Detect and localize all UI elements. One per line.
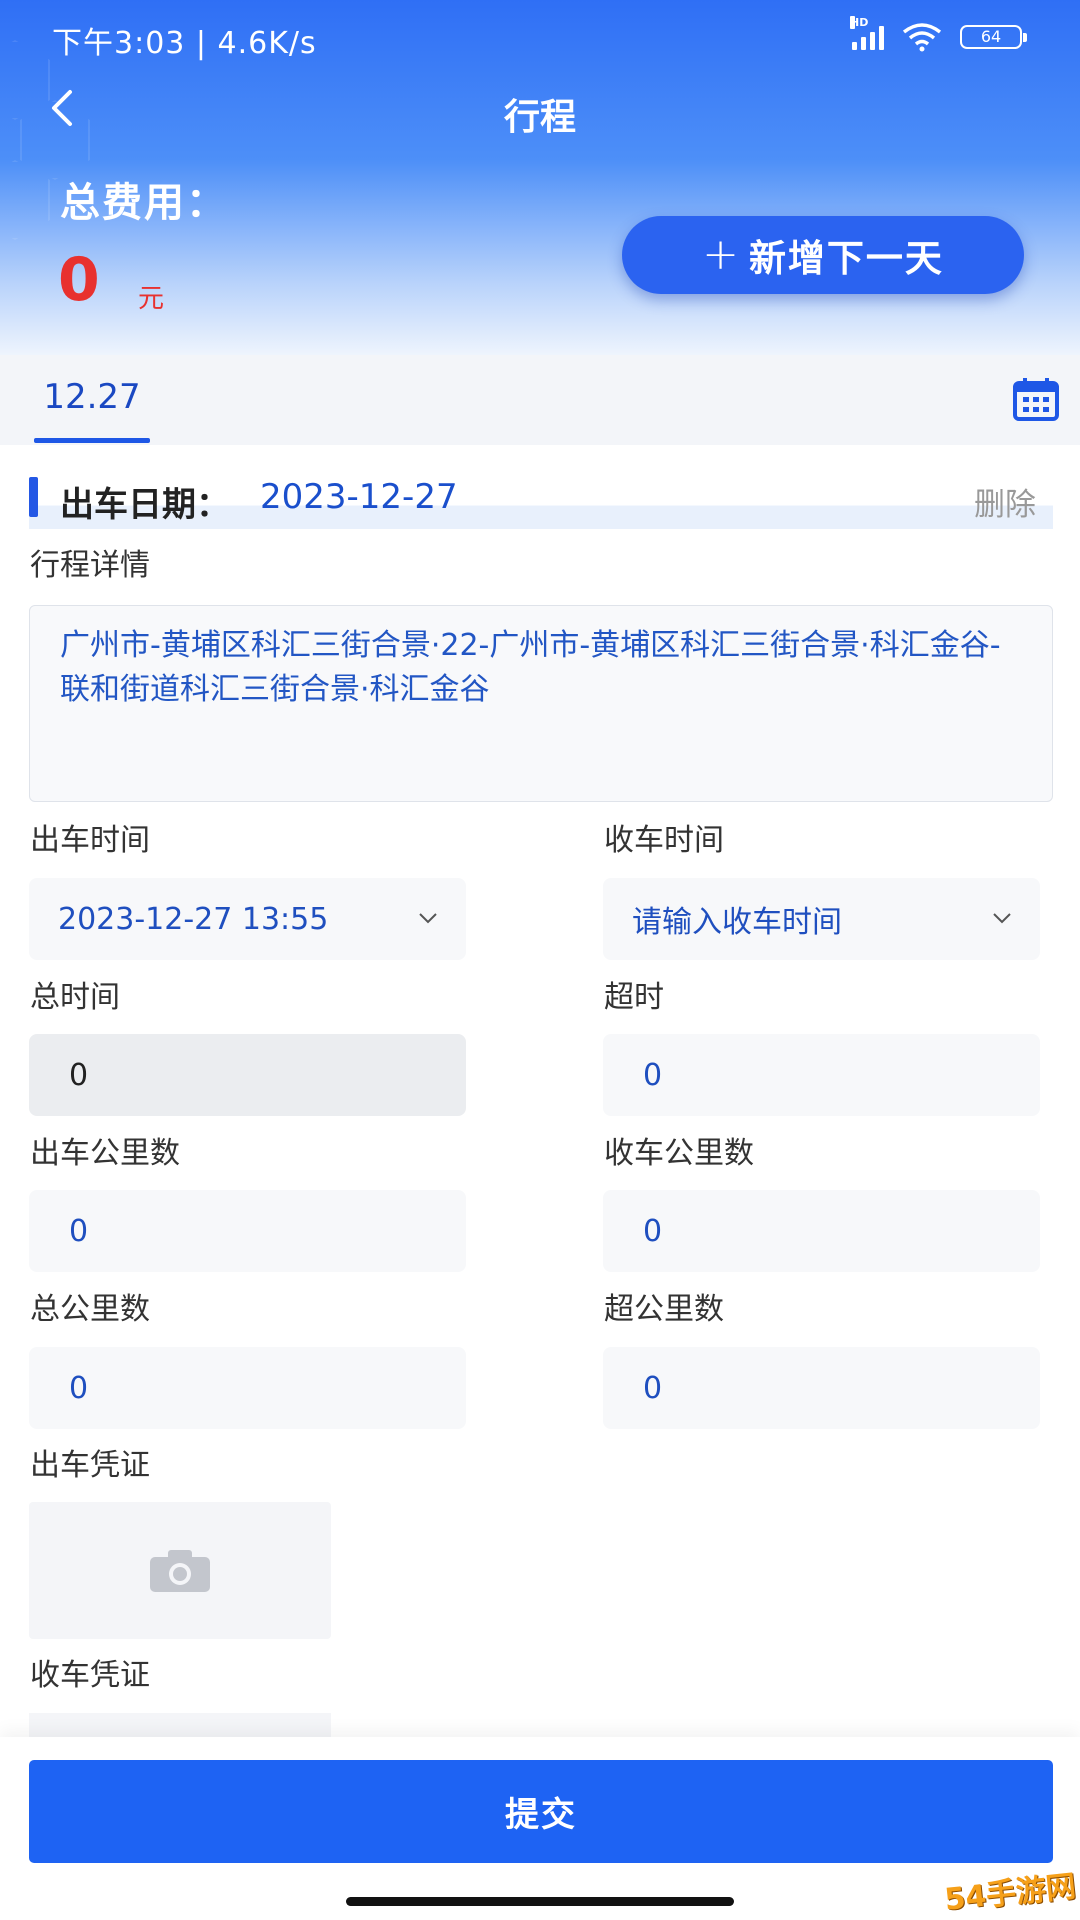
total-km-input[interactable]: 0 [29,1347,466,1429]
depart-voucher-label: 出车凭证 [30,1448,150,1483]
section-accent [29,477,38,517]
depart-time-value: 2023-12-27 13:55 [58,901,329,937]
depart-time-select[interactable]: 2023-12-27 13:55 [29,878,466,960]
return-time-select[interactable]: 请输入收车时间 [603,878,1040,960]
signal-icon: HD [850,16,884,50]
return-km-label: 收车公里数 [604,1136,754,1171]
status-icons: HD 64 [850,16,1027,52]
total-cost-value: 0 [58,245,100,315]
add-next-day-label: 新增下一天 [748,237,944,280]
calendar-icon[interactable] [1012,375,1060,423]
depart-km-input[interactable]: 0 [29,1190,466,1272]
tab-date-label: 12.27 [43,377,141,417]
total-time-field: 0 [29,1034,466,1116]
trip-detail-textarea[interactable]: 广州市-黄埔区科汇三街合景·22-广州市-黄埔区科汇三街合景·科汇金谷-联和街道… [29,605,1053,802]
overtime-field[interactable]: 0 [603,1034,1040,1116]
add-next-day-button[interactable]: + 新增下一天 [622,216,1024,294]
return-voucher-label: 收车凭证 [30,1658,150,1693]
delete-button[interactable]: 删除 [974,479,1036,524]
section-date: 2023-12-27 [260,477,458,517]
chevron-down-icon [993,913,1011,924]
trip-detail-label: 行程详情 [30,548,150,583]
status-time: 下午3:03 | 4.6K/s [52,26,317,61]
return-km-input[interactable]: 0 [603,1190,1040,1272]
overtime-label: 超时 [604,980,664,1015]
total-cost-label: 总费用： [60,180,228,226]
date-tabs: 12.27 [0,355,1080,445]
status-bar: 下午3:03 | 4.6K/s HD 64 [0,0,1080,72]
over-km-input[interactable]: 0 [603,1347,1040,1429]
battery-icon: 64 [960,25,1027,49]
hd-label: HD [850,16,869,29]
chevron-down-icon [419,913,437,924]
over-km-label: 超公里数 [604,1292,724,1327]
plus-icon: + [702,229,739,280]
page-title: 行程 [503,97,576,138]
wifi-icon [902,22,942,52]
camera-icon [150,1549,210,1592]
return-time-label: 收车时间 [604,823,724,858]
return-time-placeholder: 请输入收车时间 [632,905,842,940]
tab-date[interactable]: 12.27 [34,355,150,445]
header: 下午3:03 | 4.6K/s HD 64 行程 总费用： 0 元 + 新增下一… [0,0,1080,355]
home-indicator[interactable] [346,1897,734,1906]
submit-button[interactable]: 提交 [29,1760,1053,1863]
total-time-label: 总时间 [30,980,120,1015]
depart-voucher-upload[interactable] [29,1502,331,1639]
tab-active-indicator [34,438,150,443]
depart-km-label: 出车公里数 [30,1136,180,1171]
depart-time-label: 出车时间 [30,823,150,858]
total-km-label: 总公里数 [30,1292,150,1327]
section-title: 出车日期： [60,485,230,525]
total-cost-unit: 元 [138,284,165,314]
